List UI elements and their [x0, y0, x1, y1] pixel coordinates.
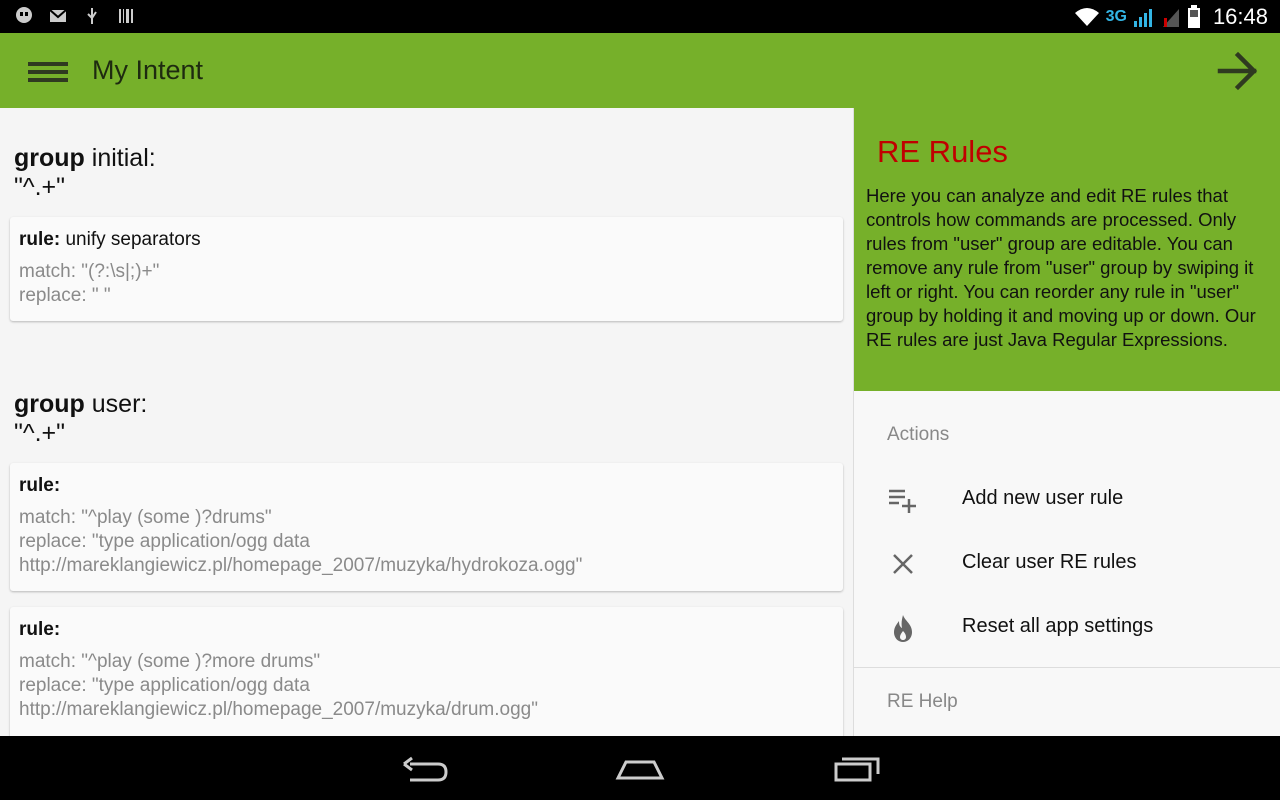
arrow-right-icon	[1217, 51, 1258, 91]
playlist-add-icon	[889, 489, 916, 513]
rule-replace: replace: " "	[19, 285, 111, 306]
rule-label: rule:	[19, 619, 61, 640]
right-drawer: RE Rules Here you can analyze and edit R…	[853, 108, 1280, 736]
clock: 16:48	[1212, 4, 1268, 29]
system-indicators: 3G 16:48	[1074, 3, 1268, 31]
rule-title: rule: unify separators	[19, 227, 834, 253]
group-name: user:	[84, 390, 148, 418]
signal-secondary-icon	[1162, 9, 1179, 27]
action-label: Reset all app settings	[962, 615, 1154, 637]
page-title: My Intent	[92, 55, 204, 85]
recents-button[interactable]	[828, 750, 888, 790]
group-keyword: group	[14, 144, 85, 172]
flame-icon	[894, 615, 912, 642]
drawer-header: RE Rules Here you can analyze and edit R…	[854, 108, 1280, 391]
drawer-title: RE Rules	[877, 134, 1008, 169]
drawer-description: Here you can analyze and edit RE rules t…	[866, 185, 1256, 350]
rule-card[interactable]: rule: match: "^play (some )?more drums" …	[10, 607, 843, 736]
rule-title: rule:	[19, 617, 834, 643]
action-label: Add new user rule	[962, 487, 1124, 509]
help-section-label: RE Help	[887, 691, 958, 712]
forward-button[interactable]	[1216, 49, 1260, 93]
barcode-icon	[116, 6, 136, 26]
menu-button[interactable]	[24, 51, 74, 91]
gmail-icon	[48, 6, 68, 26]
rule-details: match: "^play (some )?more drums" replac…	[19, 650, 834, 722]
rule-match: match: "(?:\s|;)+"	[19, 261, 160, 282]
battery-icon	[1187, 5, 1200, 28]
rule-match: match: "^play (some )?drums"	[19, 507, 272, 528]
home-icon	[615, 760, 665, 780]
group-keyword: group	[14, 390, 85, 418]
group-pattern: "^.+"	[14, 173, 66, 201]
group-pattern: "^.+"	[14, 419, 66, 447]
close-icon	[893, 554, 913, 574]
status-bar: 3G 16:48	[0, 0, 1280, 33]
reset-settings-button[interactable]: Reset all app settings	[854, 597, 1280, 657]
rule-details: match: "^play (some )?drums" replace: "t…	[19, 506, 834, 578]
rule-name: unify separators	[60, 229, 201, 250]
rule-details: match: "(?:\s|;)+" replace: " "	[19, 260, 834, 308]
back-icon	[403, 756, 448, 782]
usb-icon	[82, 6, 102, 26]
rule-replace: replace: "type application/ogg data http…	[19, 675, 538, 720]
action-label: Clear user RE rules	[962, 551, 1137, 573]
rule-match: match: "^play (some )?more drums"	[19, 651, 321, 672]
home-button[interactable]	[610, 750, 670, 790]
rule-card[interactable]: rule: unify separators match: "(?:\s|;)+…	[10, 217, 843, 321]
recents-icon	[834, 757, 880, 782]
clear-user-rules-button[interactable]: Clear user RE rules	[854, 533, 1280, 593]
group-header: group user: "^.+"	[14, 390, 147, 448]
app-bar: My Intent	[0, 33, 1280, 108]
rule-label: rule:	[19, 475, 61, 496]
signal-icon	[1133, 9, 1152, 27]
add-user-rule-button[interactable]: Add new user rule	[854, 469, 1280, 529]
rules-list[interactable]: group initial: "^.+" rule: unify separat…	[0, 108, 853, 736]
rule-replace: replace: "type application/ogg data http…	[19, 531, 583, 576]
rule-label: rule:	[19, 229, 61, 250]
group-name: initial:	[84, 144, 156, 172]
rule-title: rule:	[19, 473, 834, 499]
notification-icons	[14, 6, 136, 26]
network-type: 3G	[1105, 8, 1127, 25]
drawer-divider	[854, 667, 1280, 668]
actions-section-label: Actions	[887, 424, 950, 445]
rule-card[interactable]: rule: match: "^play (some )?drums" repla…	[10, 463, 843, 591]
navigation-bar	[0, 736, 1280, 800]
hangouts-icon	[14, 6, 34, 26]
group-header: group initial: "^.+"	[14, 144, 156, 202]
back-button[interactable]	[396, 750, 456, 790]
wifi-icon	[1074, 8, 1099, 26]
